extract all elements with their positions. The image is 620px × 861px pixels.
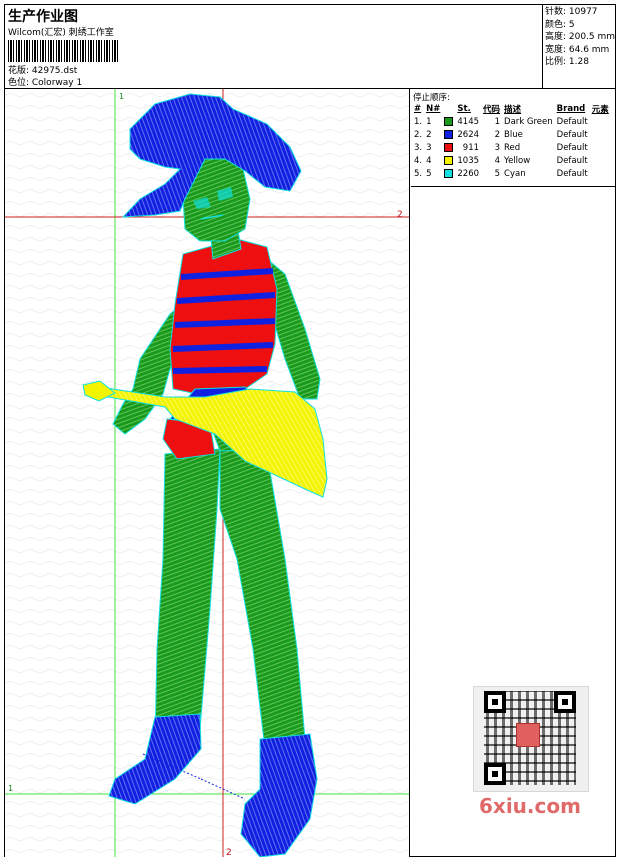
color-swatch <box>444 129 454 139</box>
row-element <box>590 167 611 180</box>
row-code: 3 <box>494 142 501 153</box>
row-description: Yellow <box>504 155 531 166</box>
production-sheet: 生产作业图 Wilcom(汇宏) 刺绣工作室 花版: 42975.dst 色位:… <box>4 4 616 857</box>
row-stitches: 911 <box>462 142 480 153</box>
table-row: 5. 5 2260 5 Cyan Default <box>412 167 611 180</box>
design-width: 宽度: 64.6 mm <box>545 44 610 55</box>
row-swatch <box>442 115 455 128</box>
row-stitches: 4145 <box>457 116 480 127</box>
row-brand: Default <box>556 129 588 140</box>
row-needle: 1 <box>426 116 432 127</box>
stop-sequence-panel: 停止顺序: # N# St. 代码 描述 Brand 元素 1. 1 4145 1 Da… <box>411 89 615 187</box>
guide-label-v1: 1 <box>119 92 124 101</box>
qr-code-icon <box>473 686 589 792</box>
col-code: 代码 <box>483 104 501 115</box>
guide-label-h1: 1 <box>8 784 13 793</box>
stats-panel: 针数: 10977 颜色: 5 高度: 200.5 mm 宽度: 64.6 mm… <box>542 5 615 89</box>
row-element <box>590 115 611 128</box>
row-swatch <box>442 128 455 141</box>
row-code: 2 <box>494 129 501 140</box>
row-needle: 2 <box>426 129 432 140</box>
row-element <box>590 128 611 141</box>
row-element <box>590 154 611 167</box>
barcode-icon <box>8 40 120 62</box>
row-description: Red <box>504 142 521 153</box>
col-needle: N# <box>426 103 441 114</box>
guide-label-h2: 2 <box>397 210 403 220</box>
color-swatch <box>444 142 454 152</box>
table-row: 2. 2 2624 2 Blue Default <box>412 128 611 141</box>
color-stop-table: # N# St. 代码 描述 Brand 元素 1. 1 4145 1 Dark Gre… <box>412 102 611 180</box>
row-swatch <box>442 154 455 167</box>
row-code: 4 <box>494 155 501 166</box>
design-height: 高度: 200.5 mm <box>545 32 616 42</box>
row-needle: 3 <box>426 142 432 153</box>
row-description: Dark Green <box>504 116 553 127</box>
colorway-label: 色位: Colorway 1 <box>8 78 83 88</box>
table-row: 4. 4 1035 4 Yellow Default <box>412 154 611 167</box>
watermark-text: 6xiu.com <box>479 794 581 818</box>
col-element: 元素 <box>591 104 609 115</box>
row-swatch <box>442 167 455 180</box>
row-stitches: 2260 <box>457 168 480 179</box>
color-swatch <box>444 116 454 126</box>
row-brand: Default <box>556 142 588 153</box>
col-swatch <box>442 102 455 115</box>
embroidery-preview: 1 1 2 2 <box>5 89 409 857</box>
table-header-row: # N# St. 代码 描述 Brand 元素 <box>412 102 611 115</box>
row-code: 5 <box>494 168 501 179</box>
design-canvas: 1 1 2 2 <box>5 89 410 857</box>
sheet-header: 生产作业图 Wilcom(汇宏) 刺绣工作室 花版: 42975.dst 色位:… <box>5 5 615 89</box>
row-needle: 4 <box>426 155 432 166</box>
table-row: 3. 3 911 3 Red Default <box>412 141 611 154</box>
row-description: Cyan <box>504 168 526 179</box>
row-index: 2. <box>414 129 423 140</box>
row-brand: Default <box>556 155 588 166</box>
table-row: 1. 1 4145 1 Dark Green Default <box>412 115 611 128</box>
row-element <box>590 141 611 154</box>
row-index: 5. <box>414 168 423 179</box>
design-scale: 比例: 1.28 <box>545 57 589 67</box>
col-brand: Brand <box>556 103 586 114</box>
row-index: 1. <box>414 116 423 127</box>
color-swatch <box>444 168 454 178</box>
col-index: # <box>414 103 422 114</box>
row-index: 4. <box>414 155 423 166</box>
studio-name: Wilcom(汇宏) 刺绣工作室 <box>8 28 114 38</box>
row-code: 1 <box>494 116 501 127</box>
page-title: 生产作业图 <box>8 9 78 25</box>
row-description: Blue <box>504 129 523 140</box>
row-needle: 5 <box>426 168 432 179</box>
row-swatch <box>442 141 455 154</box>
seal-icon <box>516 723 540 747</box>
col-stitches: St. <box>457 103 471 114</box>
row-stitches: 2624 <box>457 129 480 140</box>
row-brand: Default <box>556 116 588 127</box>
color-swatch <box>444 155 454 165</box>
row-index: 3. <box>414 142 423 153</box>
guide-label-v2: 2 <box>226 848 232 857</box>
color-count: 颜色: 5 <box>545 19 575 30</box>
col-description: 描述 <box>504 104 522 115</box>
stitch-count: 针数: 10977 <box>545 7 598 17</box>
row-brand: Default <box>556 168 588 179</box>
row-stitches: 1035 <box>457 155 480 166</box>
